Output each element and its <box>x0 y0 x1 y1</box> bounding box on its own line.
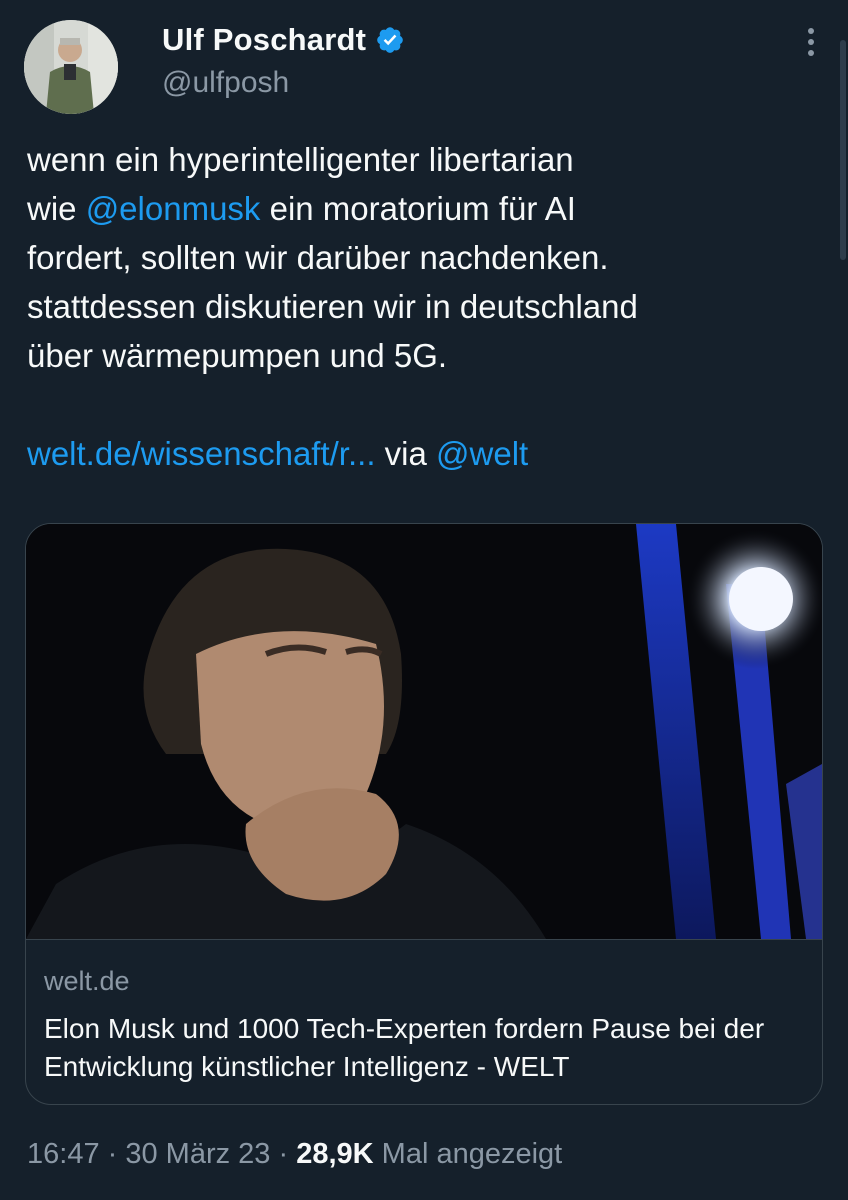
tweet-line: stattdessen diskutieren wir in deutschla… <box>27 288 638 325</box>
card-body[interactable]: welt.de Elon Musk und 1000 Tech-Experten… <box>26 939 822 1104</box>
tweet-time[interactable]: 16:47 <box>27 1138 100 1170</box>
article-url-link[interactable]: welt.de/wissenschaft/r... <box>27 435 375 472</box>
tweet-line: wie @elonmusk ein moratorium für AI <box>27 184 817 233</box>
tweet-line: über wärmepumpen und 5G. <box>27 337 448 374</box>
tweet-line: fordert, sollten wir darüber nachdenken. <box>27 239 609 276</box>
tweet-meta: 16:47 · 30 März 23 · 28,9K Mal angezeigt <box>27 1138 562 1171</box>
mention-link-elonmusk[interactable]: @elonmusk <box>86 190 261 227</box>
card-title[interactable]: Elon Musk und 1000 Tech-Experten fordern… <box>44 1010 814 1086</box>
tweet-line: wenn ein hyperintelligenter libertarian <box>27 141 574 178</box>
scrollbar[interactable] <box>838 0 848 270</box>
avatar[interactable] <box>24 20 118 114</box>
author-handle[interactable]: @ulfposh <box>162 66 289 100</box>
card-photo <box>26 524 822 939</box>
verified-badge-icon <box>377 27 403 53</box>
author-name-row: Ulf Poschardt <box>162 22 405 58</box>
tweet-text-fragment: ein moratorium für AI <box>260 190 576 227</box>
mention-link-welt[interactable]: @welt <box>436 435 528 472</box>
meta-separator: · <box>99 1138 126 1170</box>
via-text: via <box>375 435 437 472</box>
author-display-name[interactable]: Ulf Poschardt <box>162 22 366 58</box>
card-domain: welt.de <box>44 966 130 996</box>
scrollbar-thumb[interactable] <box>840 40 846 260</box>
link-preview-card[interactable]: welt.de Elon Musk und 1000 Tech-Experten… <box>25 523 823 1105</box>
tweet-text: wenn ein hyperintelligenter libertarian … <box>27 135 817 478</box>
views-count: 28,9K <box>296 1138 374 1170</box>
card-image[interactable] <box>26 524 822 939</box>
tweet-date[interactable]: 30 März 23 <box>125 1138 270 1170</box>
views-label: Mal angezeigt <box>373 1138 563 1170</box>
meta-separator: · <box>270 1138 297 1170</box>
tweet-line: welt.de/wissenschaft/r... via @welt <box>27 429 817 478</box>
avatar-photo <box>24 20 118 114</box>
more-options-icon[interactable] <box>804 28 818 62</box>
tweet-text-fragment: wie <box>27 190 86 227</box>
